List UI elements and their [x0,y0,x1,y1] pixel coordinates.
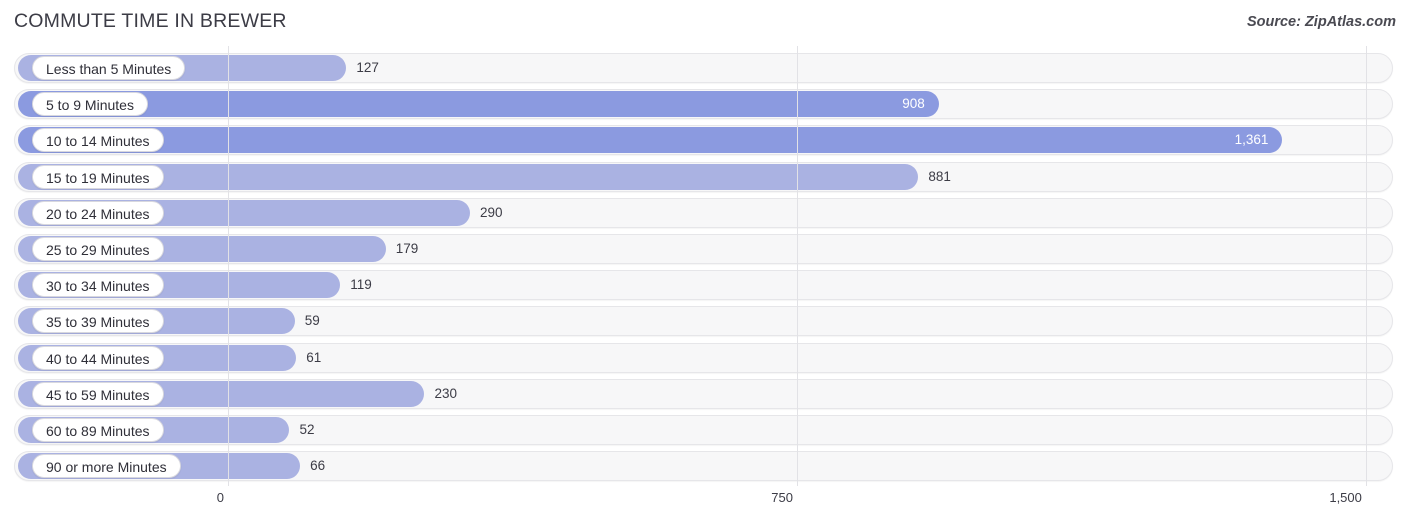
bar-value-label: 881 [928,168,951,184]
category-label-pill[interactable]: 60 to 89 Minutes [32,418,164,442]
source-attribution: Source: ZipAtlas.com [1246,14,1396,30]
table-row[interactable]: 1,361 10 to 14 Minutes [14,125,1393,156]
table-row[interactable]: 127 Less than 5 Minutes [14,53,1393,83]
table-row[interactable]: 881 15 to 19 Minutes [14,161,1393,192]
bar[interactable]: 1,361 [18,127,1283,154]
category-label-pill[interactable]: Less than 5 Minutes [32,56,186,80]
table-row[interactable]: 66 90 or more Minutes [14,451,1393,482]
category-label-pill[interactable]: 45 to 59 Minutes [32,381,164,406]
table-row[interactable]: 59 35 to 39 Minutes [14,306,1393,337]
table-row[interactable]: 908 5 to 9 Minutes [14,89,1393,120]
category-label-pill[interactable]: 10 to 14 Minutes [32,128,164,153]
table-row[interactable]: 230 45 to 59 Minutes [14,378,1393,409]
bar-value-label: 66 [310,458,326,474]
chart-page: COMMUTE TIME IN BREWER Source: ZipAtlas.… [0,0,1406,522]
category-label-pill[interactable]: 35 to 39 Minutes [32,309,164,334]
chart-header: COMMUTE TIME IN BREWER Source: ZipAtlas.… [0,0,1406,45]
axis-tick-label: 0 [216,490,224,505]
category-label-pill[interactable]: 30 to 34 Minutes [32,273,164,298]
table-row[interactable]: 290 20 to 24 Minutes [14,197,1393,228]
table-row[interactable]: 52 60 to 89 Minutes [14,415,1393,445]
category-label-pill[interactable]: 20 to 24 Minutes [32,200,164,225]
bar-value-label: 1,361 [1234,132,1269,148]
table-row[interactable]: 119 30 to 34 Minutes [14,270,1393,301]
category-label-pill[interactable]: 40 to 44 Minutes [32,345,164,370]
category-label-pill[interactable]: 15 to 19 Minutes [32,164,164,189]
bar-value-label: 290 [479,204,503,220]
x-axis: 0 750 1,500 [0,486,1406,522]
bar-value-label: 52 [299,422,315,437]
category-label-pill[interactable]: 5 to 9 Minutes [32,92,148,117]
bar-value-label: 59 [304,313,320,329]
bar-rows: 127 Less than 5 Minutes 908 5 to 9 Minutes 1… [0,46,1406,486]
table-row[interactable]: 61 40 to 44 Minutes [14,342,1393,373]
bar-value-label: 127 [356,60,379,75]
bar-value-label: 230 [434,385,457,401]
category-label-pill[interactable]: 90 or more Minutes [32,454,181,479]
bar-value-label: 908 [902,96,925,112]
plot-area: 127 Less than 5 Minutes 908 5 to 9 Minutes 1… [0,46,1406,486]
bar-value-label: 179 [395,241,419,256]
category-label-pill[interactable]: 25 to 29 Minutes [32,237,164,261]
axis-tick-label: 750 [771,490,793,505]
page-title: COMMUTE TIME IN BREWER [14,10,287,32]
bar-value-label: 61 [306,349,322,365]
table-row[interactable]: 179 25 to 29 Minutes [14,234,1393,264]
axis-tick-label: 1,500 [1329,490,1362,505]
bar-value-label: 119 [350,277,372,293]
bar[interactable]: 908 [18,91,939,118]
